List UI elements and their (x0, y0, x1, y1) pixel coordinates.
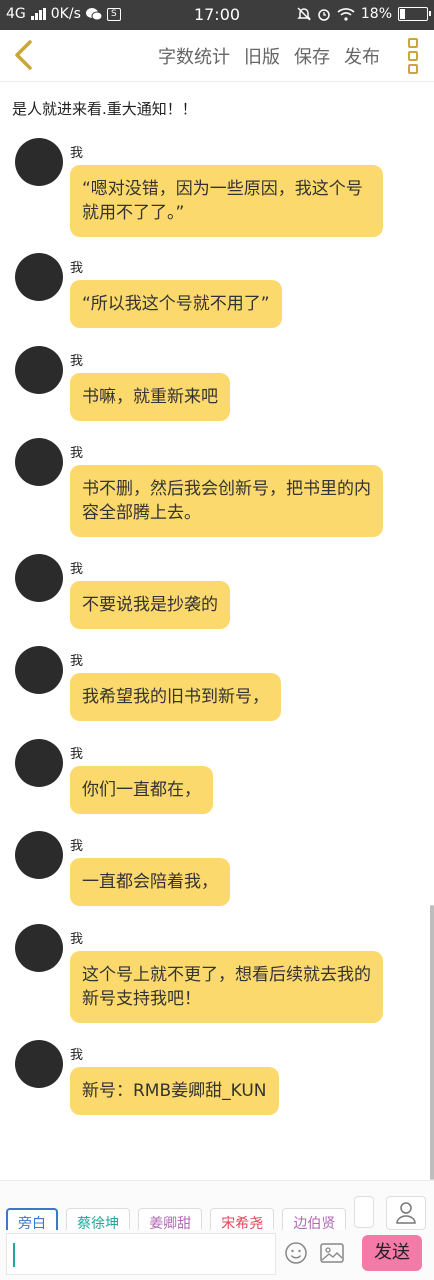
battery-icon (398, 7, 431, 21)
sender-name: 我 (70, 446, 84, 461)
message-bubble[interactable]: 这个号上就不更了，想看后续就去我的新号支持我吧！ (70, 951, 383, 1023)
send-button[interactable]: 发送 (362, 1235, 422, 1271)
sender-name: 我 (70, 839, 84, 854)
sender-name: 我 (70, 932, 84, 947)
sender-name: 我 (70, 562, 84, 577)
message-input[interactable] (7, 1234, 275, 1274)
character-chip[interactable]: 姜卿甜 (138, 1208, 203, 1230)
sender-name: 我 (70, 654, 84, 669)
image-icon[interactable] (319, 1241, 345, 1265)
message-input-box[interactable] (6, 1233, 276, 1275)
message-bubble[interactable]: “所以我这个号就不用了” (70, 280, 282, 328)
avatar[interactable] (15, 438, 63, 486)
sender-name: 我 (70, 354, 84, 369)
publish-button[interactable]: 发布 (344, 43, 380, 69)
top-toolbar: 字数统计 旧版 保存 发布 (0, 30, 434, 82)
sender-name: 我 (70, 261, 84, 276)
save-button[interactable]: 保存 (294, 43, 330, 69)
status-bar: 4G 0K/s S 17:00 18% (0, 0, 434, 30)
sender-name: 我 (70, 1048, 84, 1063)
person-icon (396, 1202, 416, 1224)
character-chip[interactable]: 蔡徐坤 (66, 1208, 131, 1230)
word-count-button[interactable]: 字数统计 (158, 43, 230, 69)
message-bubble[interactable]: 我希望我的旧书到新号， (70, 673, 281, 721)
battery-percent: 18% (360, 6, 392, 22)
avatar[interactable] (15, 646, 63, 694)
message-bubble[interactable]: 书嘛，就重新来吧 (70, 373, 230, 421)
avatar[interactable] (15, 1040, 63, 1088)
avatar[interactable] (15, 739, 63, 787)
message-bubble[interactable]: “嗯对没错，因为一些原因，我这个号就用不了了。” (70, 165, 383, 237)
character-chip[interactable]: 宋希尧 (210, 1208, 275, 1230)
composer: 旁白 蔡徐坤 姜卿甜 宋希尧 边伯贤 发送 (0, 1180, 434, 1280)
avatar[interactable] (15, 138, 63, 186)
avatar[interactable] (15, 253, 63, 301)
character-chip[interactable]: 边伯贤 (282, 1208, 347, 1230)
text-caret (13, 1243, 15, 1267)
alarm-icon (318, 9, 330, 21)
scrollbar[interactable] (430, 905, 434, 1180)
add-character-button[interactable] (386, 1196, 426, 1230)
avatar[interactable] (15, 346, 63, 394)
message-bubble[interactable]: 一直都会陪着我， (70, 858, 230, 906)
sender-name: 我 (70, 146, 84, 161)
character-chip-partial[interactable] (354, 1196, 375, 1228)
emoji-icon[interactable] (284, 1241, 308, 1265)
sender-name: 我 (70, 747, 84, 762)
avatar[interactable] (15, 924, 63, 972)
message-bubble[interactable]: 书不删，然后我会创新号，把书里的内容全部腾上去。 (70, 465, 383, 537)
message-bubble[interactable]: 不要说我是抄袭的 (70, 581, 230, 629)
message-bubble[interactable]: 新号：RMB姜卿甜_KUN (70, 1067, 279, 1115)
more-menu-icon[interactable] (406, 38, 420, 74)
wifi-icon (337, 8, 355, 21)
old-version-button[interactable]: 旧版 (244, 43, 280, 69)
avatar[interactable] (15, 831, 63, 879)
back-arrow-icon[interactable] (8, 38, 40, 72)
character-selector: 旁白 蔡徐坤 姜卿甜 宋希尧 边伯贤 (6, 1196, 376, 1230)
message-bubble[interactable]: 你们一直都在， (70, 766, 213, 814)
mute-icon (297, 7, 311, 21)
character-chip[interactable]: 旁白 (6, 1208, 58, 1230)
chat-title: 是人就进来看.重大通知！！ (12, 100, 197, 118)
avatar[interactable] (15, 554, 63, 602)
